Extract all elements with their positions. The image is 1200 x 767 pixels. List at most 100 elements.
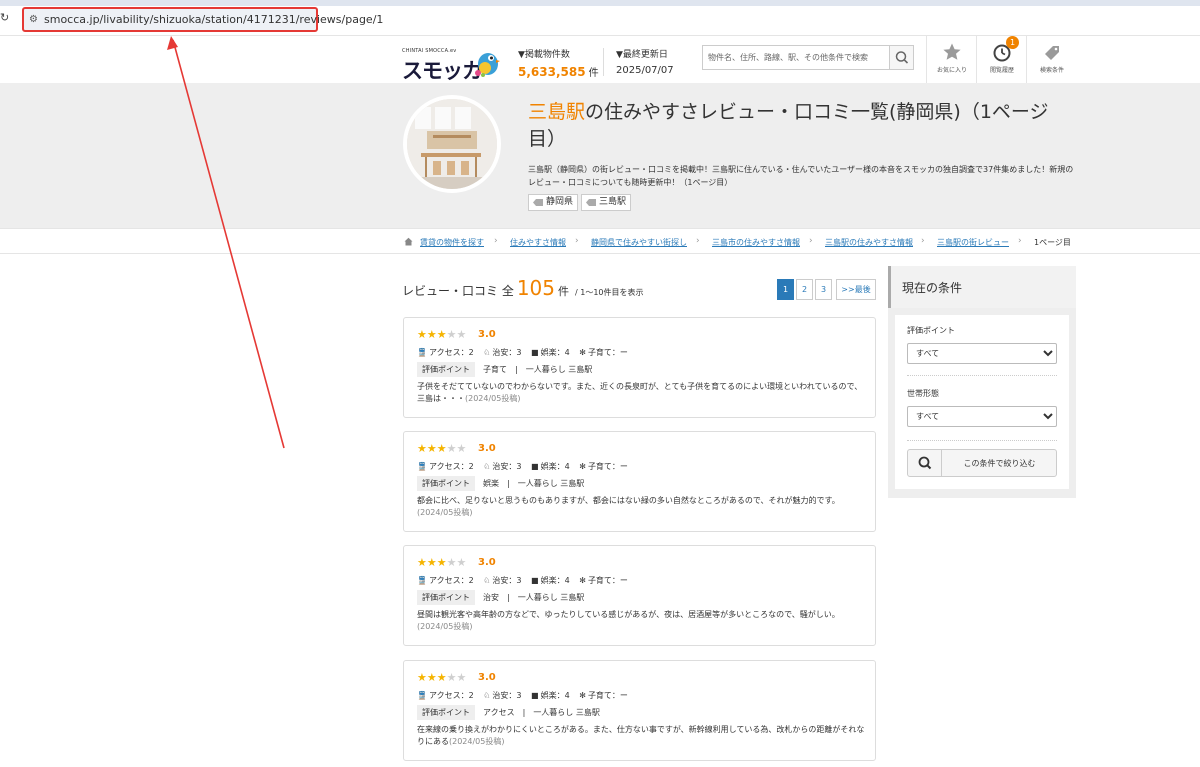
- url-field[interactable]: ⚙ smocca.jp/livability/shizuoka/station/…: [22, 7, 383, 32]
- station-photo: [403, 95, 501, 193]
- logo-text: スモッカ: [402, 59, 483, 83]
- breadcrumb-separator: ›: [575, 236, 579, 246]
- review-metrics: 🚆 アクセス：2 ♘ 治安：3 ■ 娯楽：4 ✻ 子育て：ー: [417, 576, 628, 585]
- eval-point-label: 評価ポイント: [417, 590, 475, 605]
- eval-filter-label: 評価ポイント: [907, 326, 955, 335]
- review-separator: |: [507, 593, 510, 602]
- review-count-label: レビュー・口コミ 全: [402, 284, 514, 298]
- review-count: レビュー・口コミ 全 105 件 / 1〜10件目を表示: [402, 276, 644, 300]
- station-photo-image: [407, 99, 497, 189]
- history-button[interactable]: 1 閲覧履歴: [976, 36, 1026, 83]
- reload-icon[interactable]: ↻: [0, 12, 12, 24]
- site-info-icon[interactable]: ⚙: [29, 14, 38, 25]
- pager-page-2[interactable]: 2: [796, 279, 813, 300]
- rating-score: 3.0: [478, 443, 496, 454]
- search-button[interactable]: [889, 46, 913, 69]
- review-text: 都会に比べ、足りないと思うものもありますが、都会にはない緑の多い自然なところがあ…: [417, 496, 840, 517]
- review-tags: 評価ポイント 子育て | 一人暮らし 三島駅: [417, 362, 592, 377]
- breadcrumb-separator: ›: [696, 236, 700, 246]
- train-icon: 🚆: [417, 576, 427, 585]
- breadcrumb-current: 1ページ目: [1034, 238, 1071, 247]
- review-card: ★★★★★ 3.0 🚆 アクセス：2 ♘ 治安：3 ■ 娯楽：4 ✻ 子育て：ー 評価ポ…: [403, 317, 876, 418]
- tag-prefecture-label: 静岡県: [546, 197, 574, 207]
- apply-filter-button[interactable]: この条件で絞り込む: [907, 449, 1057, 477]
- breadcrumb-item[interactable]: 住みやすさ情報: [510, 237, 566, 248]
- tag-prefecture[interactable]: 静岡県: [528, 194, 579, 211]
- review-metrics: 🚆 アクセス：2 ♘ 治安：3 ■ 娯楽：4 ✻ 子育て：ー: [417, 348, 628, 357]
- review-lifestyle: 一人暮らし 三島駅: [517, 479, 585, 488]
- search-box: [702, 45, 914, 70]
- page-title: 三島駅の住みやすさレビュー・口コミ一覧(静岡県)（1ページ目）: [528, 99, 1076, 153]
- url-text: smocca.jp/livability/shizuoka/station/41…: [44, 13, 384, 26]
- tag-icon: [533, 199, 543, 206]
- eval-point-label: 評価ポイント: [417, 362, 475, 377]
- sidebar-title: 現在の条件: [902, 281, 963, 295]
- home-icon: [404, 237, 413, 246]
- search-input[interactable]: [703, 46, 889, 69]
- breadcrumb-item[interactable]: 賃貸の物件を探す: [420, 237, 484, 248]
- site-logo[interactable]: CHINTAI SMOCCA.ev スモッカ: [402, 46, 502, 83]
- rating-stars: ★★★★★: [417, 328, 467, 341]
- review-date: (2024/05投稿): [417, 622, 473, 631]
- review-date: (2024/05投稿): [417, 508, 473, 517]
- breadcrumb-separator: ›: [494, 236, 498, 246]
- search-conditions-button[interactable]: 検索条件: [1026, 36, 1076, 83]
- search-icon-container: [908, 450, 942, 476]
- review-card: ★★★★★ 3.0 🚆 アクセス：2 ♘ 治安：3 ■ 娯楽：4 ✻ 子育て：ー 評価ポ…: [403, 660, 876, 761]
- pager-page-1[interactable]: 1: [777, 279, 794, 300]
- video-icon: ■: [531, 576, 539, 585]
- page-title-station: 三島駅: [528, 101, 586, 123]
- history-label: 閲覧履歴: [989, 67, 1014, 74]
- breadcrumb-separator: ›: [1018, 236, 1022, 246]
- breadcrumb-item[interactable]: 三島市の住みやすさ情報: [712, 237, 800, 248]
- listings-label: ▼掲載物件数: [518, 50, 570, 60]
- review-separator: |: [522, 708, 526, 717]
- pager-page-3[interactable]: 3: [815, 279, 832, 300]
- page-description: 三島駅（静岡県）の街レビュー・口コミを掲載中！三島駅に住んでいる・住んでいたユー…: [528, 165, 1074, 187]
- updated-value: 2025/07/07: [616, 65, 674, 76]
- household-filter-label: 世帯形態: [907, 389, 939, 398]
- review-tags: 評価ポイント アクセス | 一人暮らし 三島駅: [417, 705, 600, 720]
- breadcrumb-separator: ›: [809, 236, 813, 246]
- review-count-number: 105: [516, 276, 556, 300]
- review-separator: |: [515, 365, 518, 374]
- breadcrumb-item[interactable]: 静岡県で住みやすい街探し: [591, 237, 687, 248]
- child-icon: ✻: [579, 576, 586, 585]
- review-card: ★★★★★ 3.0 🚆 アクセス：2 ♘ 治安：3 ■ 娯楽：4 ✻ 子育て：ー 評価ポ…: [403, 431, 876, 532]
- review-tags: 評価ポイント 娯楽 | 一人暮らし 三島駅: [417, 476, 584, 491]
- review-card: ★★★★★ 3.0 🚆 アクセス：2 ♘ 治安：3 ■ 娯楽：4 ✻ 子育て：ー 評価ポ…: [403, 545, 876, 646]
- police-icon: ♘: [483, 691, 491, 700]
- breadcrumb-item[interactable]: 三島駅の街レビュー: [937, 237, 1009, 248]
- tag-icon: [586, 199, 596, 206]
- video-icon: ■: [531, 462, 539, 471]
- updated-label: ▼最終更新日: [616, 50, 668, 60]
- rating-score: 3.0: [478, 557, 496, 568]
- review-text: 子供をそだてていないのでわからないです。また、近くの長泉町が、とても子供を育てる…: [417, 382, 863, 403]
- train-icon: 🚆: [417, 462, 427, 471]
- child-icon: ✻: [579, 348, 586, 357]
- rating-stars: ★★★★★: [417, 556, 467, 569]
- video-icon: ■: [531, 348, 539, 357]
- browser-tab-strip: [0, 0, 1200, 6]
- favorites-label: お気に入り: [936, 67, 967, 74]
- history-badge: 1: [1006, 36, 1019, 49]
- review-count-unit: 件: [558, 285, 570, 298]
- sidebar-header: 現在の条件: [888, 266, 1076, 308]
- child-icon: ✻: [579, 691, 586, 700]
- breadcrumb-item[interactable]: 三島駅の住みやすさ情報: [825, 237, 913, 248]
- eval-point-value: 治安: [483, 593, 499, 602]
- rating-stars: ★★★★★: [417, 671, 467, 684]
- eval-filter-select[interactable]: すべて: [907, 343, 1057, 364]
- search-icon: [918, 456, 932, 470]
- sidebar-divider: [907, 440, 1057, 441]
- train-icon: 🚆: [417, 348, 427, 357]
- tag-icon: [1045, 46, 1059, 60]
- tag-station[interactable]: 三島駅: [581, 194, 632, 211]
- review-text: 在来線の乗り換えがわかりにくいところがある。また、仕方ない事ですが、新幹線利用し…: [417, 725, 865, 746]
- review-range: / 1〜10件目を表示: [575, 288, 644, 297]
- breadcrumb-separator: ›: [921, 236, 925, 246]
- household-filter-select[interactable]: すべて: [907, 406, 1057, 427]
- favorites-button[interactable]: お気に入り: [926, 36, 976, 83]
- pager-last[interactable]: >>最後: [836, 279, 876, 300]
- eval-point-value: 子育て: [483, 365, 507, 374]
